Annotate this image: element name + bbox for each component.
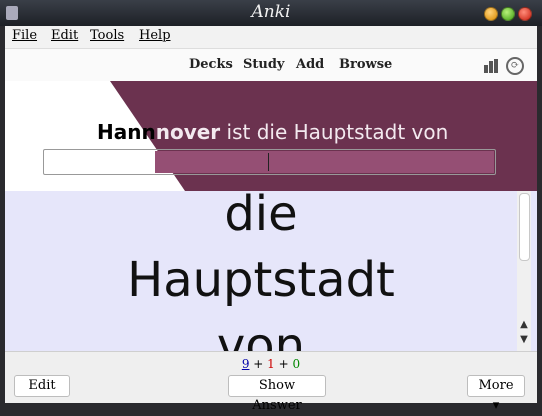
scroll-up-arrow-icon[interactable]: ▲: [517, 319, 531, 330]
edit-button[interactable]: Edit: [14, 375, 70, 397]
sync-icon[interactable]: ⟳: [506, 57, 524, 75]
text-cursor: [268, 153, 269, 171]
menu-edit-label: Edit: [51, 28, 79, 43]
menu-file[interactable]: File: [12, 28, 37, 43]
card-line: von: [216, 318, 306, 351]
more-button[interactable]: More ▾: [467, 375, 525, 413]
menu-tools-label: Tools: [90, 28, 125, 43]
vertical-scrollbar[interactable]: ▲ ▼: [517, 191, 531, 351]
window-title: Anki: [251, 2, 291, 22]
close-button[interactable]: [518, 7, 532, 21]
review-count: 0: [292, 357, 301, 371]
due-counts: 9 + 1 + 0: [5, 357, 537, 371]
question-text-part3: ist die Hauptstadt von: [220, 120, 449, 144]
review-area: die Hauptstadt von Hannnover ist die Hau…: [5, 81, 537, 351]
count-separator: +: [253, 357, 264, 371]
count-separator: +: [278, 357, 289, 371]
question-text: Hannnover ist die Hauptstadt von: [97, 120, 448, 144]
menu-help[interactable]: Help: [139, 28, 171, 43]
toolbar-study[interactable]: Study: [243, 57, 285, 72]
scroll-down-arrow-icon[interactable]: ▼: [517, 334, 531, 345]
card-body-text: die Hauptstadt von: [5, 181, 517, 351]
toolbar-decks[interactable]: Decks: [189, 57, 233, 72]
menu-edit[interactable]: Edit: [51, 28, 78, 43]
menu-bar: File Edit Tools Help: [5, 26, 537, 48]
minimize-button[interactable]: [484, 7, 498, 21]
toolbar: Decks Study Add Browse ⟳: [5, 48, 537, 82]
bottom-bar: 9 + 1 + 0 Edit Show Answer More ▾: [5, 351, 537, 413]
question-text-part1: Hann: [97, 120, 156, 144]
title-bar: Anki: [0, 0, 542, 26]
question-text-part2: nover: [155, 120, 221, 144]
maximize-button[interactable]: [501, 7, 515, 21]
main-window: File Edit Tools Help Decks Study Add Bro…: [5, 26, 537, 413]
menu-file-label: File: [12, 28, 38, 43]
learning-count: 1: [267, 357, 275, 371]
answer-input[interactable]: [43, 149, 496, 175]
toolbar-add[interactable]: Add: [296, 57, 324, 72]
menu-help-label: Help: [139, 28, 171, 43]
scroll-thumb[interactable]: [519, 193, 530, 261]
show-answer-button[interactable]: Show Answer: [228, 375, 326, 413]
new-count[interactable]: 9: [242, 357, 250, 371]
toolbar-browse[interactable]: Browse: [339, 57, 392, 72]
stats-bars-icon[interactable]: [484, 59, 500, 73]
menu-tools[interactable]: Tools: [90, 28, 124, 43]
card-line: Hauptstadt: [127, 252, 395, 308]
